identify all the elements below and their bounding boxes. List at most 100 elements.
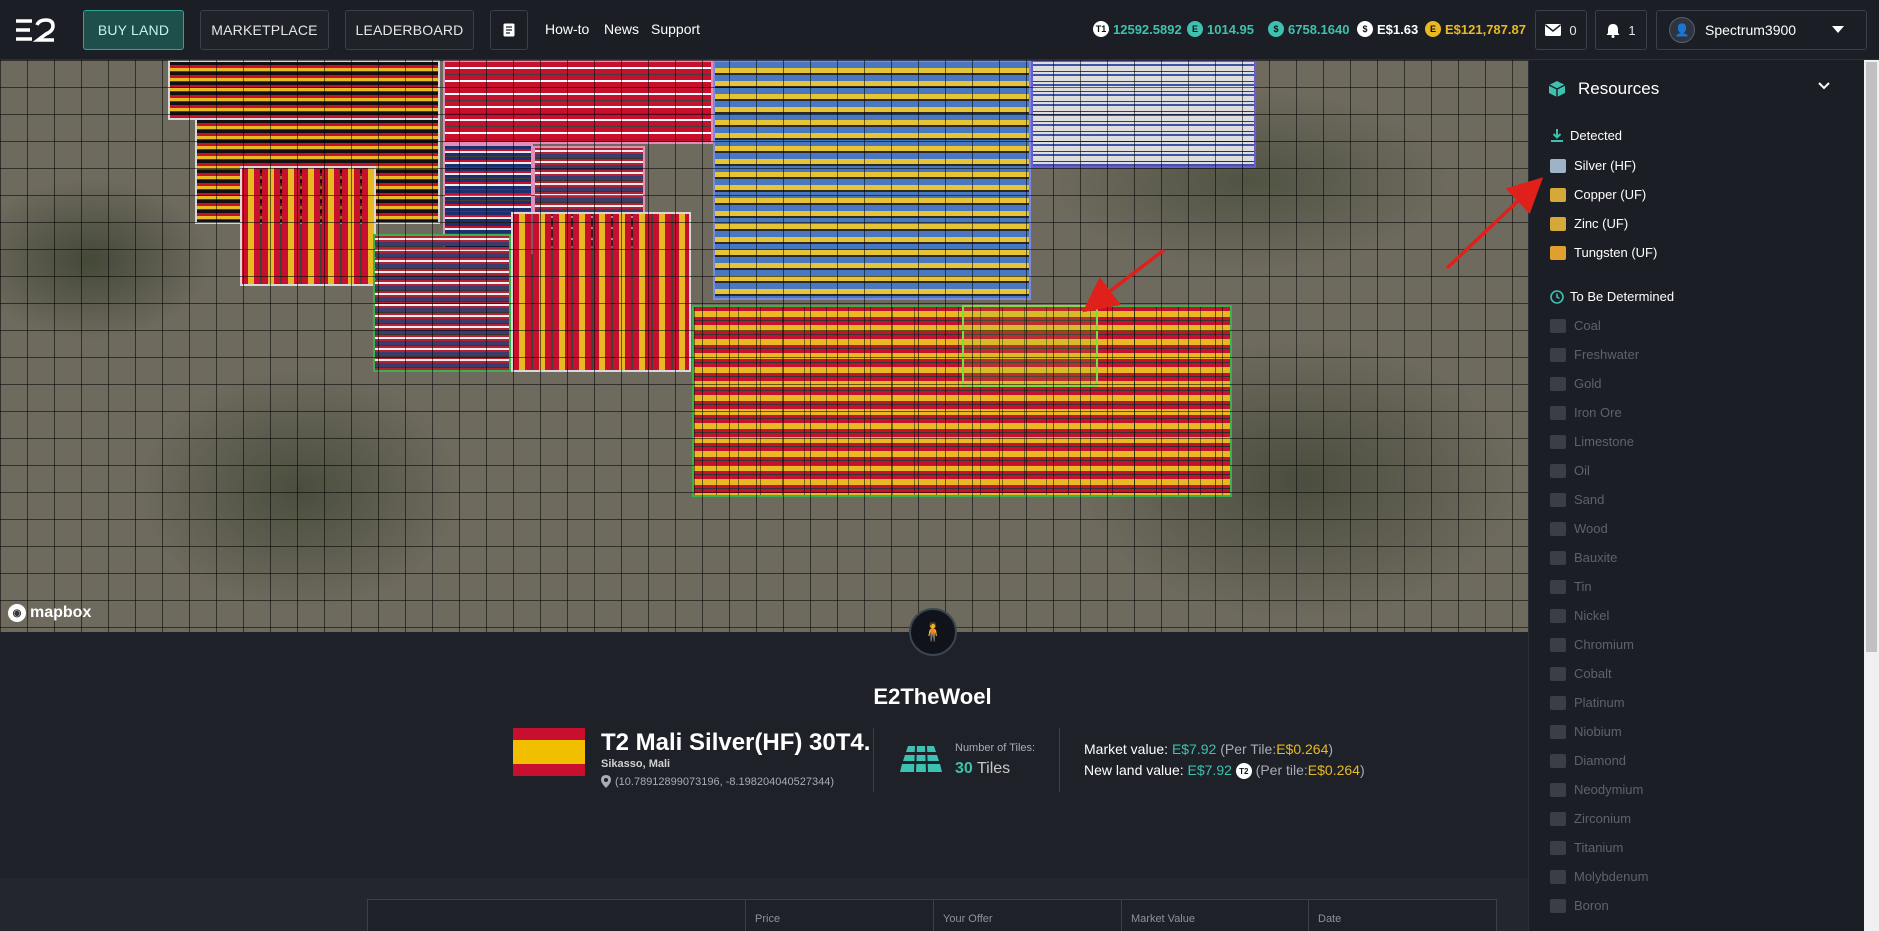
resource-icon [1550, 492, 1566, 507]
tbd-resource-item[interactable]: Freshwater [1550, 347, 1639, 362]
detected-resource-item[interactable]: Copper (UF) [1550, 187, 1646, 202]
tbd-resource-item[interactable]: Titanium [1550, 840, 1623, 855]
tiles-icon [900, 745, 942, 773]
balance-ether[interactable]: $ 6758.1640 [1268, 21, 1349, 37]
how-to-link[interactable]: How-to [545, 21, 589, 37]
divider [1059, 728, 1060, 792]
resource-icon [1550, 869, 1566, 884]
leaderboard-button[interactable]: LEADERBOARD [345, 10, 474, 50]
balance-essence[interactable]: E 1014.95 [1187, 21, 1254, 37]
resource-icon [1550, 608, 1566, 623]
scrollbar-thumb[interactable] [1866, 62, 1877, 652]
table-header-market-value: Market Value [1131, 913, 1195, 925]
resource-icon [1550, 405, 1566, 420]
notification-count: 1 [1628, 22, 1636, 38]
balance-t1[interactable]: T1 12592.5892 [1093, 21, 1182, 37]
detected-resource-item[interactable]: Silver (HF) [1550, 158, 1636, 173]
detected-resource-item[interactable]: Tungsten (UF) [1550, 245, 1657, 260]
detected-resource-item[interactable]: Zinc (UF) [1550, 216, 1628, 231]
download-icon [1551, 128, 1563, 142]
clock-icon [1550, 289, 1564, 304]
document-icon [503, 23, 515, 37]
map-tile-grid [0, 60, 1528, 632]
tbd-resource-item[interactable]: Limestone [1550, 434, 1634, 449]
divider [1308, 899, 1309, 931]
resource-icon [1550, 521, 1566, 536]
resource-icon [1550, 811, 1566, 826]
tiles-label: Number of Tiles: [955, 742, 1036, 754]
tbd-resource-item[interactable]: Molybdenum [1550, 869, 1648, 884]
bell-icon [1606, 23, 1620, 38]
market-value-line: Market value: E$7.92 (Per Tile:E$0.264) [1084, 741, 1334, 757]
mail-button[interactable]: 0 [1535, 10, 1587, 50]
resource-icon [1550, 695, 1566, 710]
resource-icon [1550, 550, 1566, 565]
ore-icon [1550, 245, 1566, 260]
username: Spectrum3900 [1705, 22, 1797, 38]
ore-icon [1550, 187, 1566, 202]
mail-icon [1545, 24, 1562, 36]
resource-icon [1550, 666, 1566, 681]
tbd-resource-item[interactable]: Zirconium [1550, 811, 1631, 826]
divider [1121, 899, 1122, 931]
balance-gold[interactable]: E E$121,787.87 [1425, 21, 1526, 37]
tiles-count: 30 Tiles [955, 760, 1011, 777]
resource-icon [1550, 898, 1566, 913]
t2-badge: T2 [1235, 763, 1252, 780]
resource-icon [1550, 724, 1566, 739]
table-header-your-offer: Your Offer [943, 913, 993, 925]
notifications-button[interactable]: 1 [1595, 10, 1647, 50]
tbd-resource-item[interactable]: Neodymium [1550, 782, 1643, 797]
table-header-price: Price [755, 913, 781, 925]
essence-coin-icon: E [1187, 21, 1203, 37]
balance-dollar[interactable]: $ E$1.63 [1357, 21, 1418, 37]
resource-icon [1550, 347, 1566, 362]
tbd-resource-item[interactable]: Coal [1550, 318, 1601, 333]
tbd-resource-item[interactable]: Bauxite [1550, 550, 1617, 565]
divider [873, 728, 874, 792]
resource-icon [1550, 782, 1566, 797]
tbd-resource-item[interactable]: Niobium [1550, 724, 1622, 739]
owner-avatar[interactable]: 🧍 [909, 608, 957, 656]
resource-icon [1550, 840, 1566, 855]
mapbox-logo: ◉ mapbox [8, 604, 91, 622]
chevron-down-icon [1832, 26, 1844, 33]
dollar-coin-icon: $ [1357, 21, 1373, 37]
ore-icon [1550, 158, 1566, 173]
news-link[interactable]: News [604, 21, 639, 37]
collapse-chevron-icon[interactable] [1818, 82, 1830, 90]
tbd-resource-item[interactable]: Cobalt [1550, 666, 1612, 681]
buy-land-button[interactable]: BUY LAND [83, 10, 184, 50]
tbd-resource-item[interactable]: Tin [1550, 579, 1592, 594]
resource-icon [1550, 753, 1566, 768]
tbd-resource-item[interactable]: Wood [1550, 521, 1608, 536]
land-location: Sikasso, Mali [601, 758, 671, 770]
tbd-resource-item[interactable]: Sand [1550, 492, 1604, 507]
tbd-resource-item[interactable]: Nickel [1550, 608, 1609, 623]
resources-header[interactable]: Resources [1548, 79, 1659, 99]
document-button[interactable] [490, 10, 528, 50]
resource-icon [1550, 637, 1566, 652]
tbd-section-header: To Be Determined [1550, 289, 1674, 304]
tbd-resource-item[interactable]: Chromium [1550, 637, 1634, 652]
tbd-resource-item[interactable]: Oil [1550, 463, 1590, 478]
resource-icon [1550, 579, 1566, 594]
new-land-value-line: New land value: E$7.92 T2 (Per tile:E$0.… [1084, 762, 1365, 780]
marketplace-button[interactable]: MARKETPLACE [200, 10, 329, 50]
tbd-resource-item[interactable]: Diamond [1550, 753, 1626, 768]
location-pin-icon [601, 775, 611, 788]
spain-flag [513, 728, 585, 776]
tbd-resource-item[interactable]: Iron Ore [1550, 405, 1622, 420]
mail-count: 0 [1569, 22, 1577, 38]
e2-logo[interactable] [14, 18, 56, 42]
user-avatar: 👤 [1669, 17, 1695, 43]
support-link[interactable]: Support [651, 21, 700, 37]
tbd-resource-item[interactable]: Platinum [1550, 695, 1625, 710]
tbd-resource-item[interactable]: Boron [1550, 898, 1609, 913]
resource-icon [1550, 318, 1566, 333]
satellite-map[interactable]: ◉ mapbox [0, 60, 1528, 632]
tbd-resource-item[interactable]: Gold [1550, 376, 1601, 391]
mapbox-icon: ◉ [8, 604, 26, 622]
ore-icon [1550, 216, 1566, 231]
user-menu[interactable]: 👤 Spectrum3900 [1656, 10, 1867, 50]
